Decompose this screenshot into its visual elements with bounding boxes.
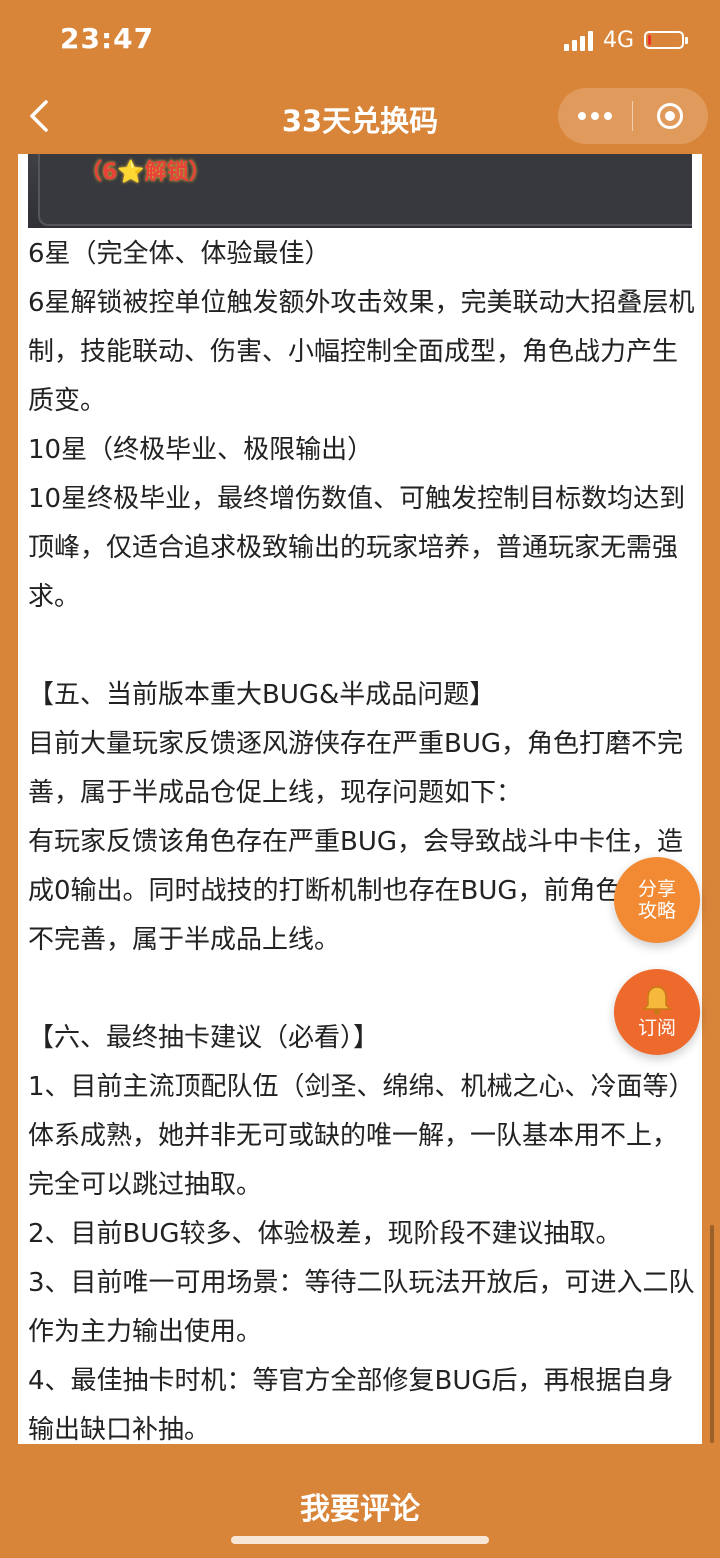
status-indicators: 4G xyxy=(563,24,688,56)
paragraph: 有玩家反馈该角色存在严重BUG，会导致战斗中卡住，造成0输出。同时战技的打断机制… xyxy=(28,827,684,955)
star-section-text: 6星（完全体、体验最佳） 6星解锁被控单位触发额外攻击效果，完美联动大招叠层机制… xyxy=(28,230,698,1444)
paragraph: 目前大量玩家反馈逐风游侠存在严重BUG，角色打磨不完善，属于半成品仓促上线，现存… xyxy=(28,729,684,808)
paragraph: 3、目前唯一可用场景：等待二队玩法开放后，可进入二队作为主力输出使用。 xyxy=(28,1268,695,1347)
share-label-line2: 攻略 xyxy=(637,900,676,922)
mini-program-capsule xyxy=(558,88,708,144)
section-heading: 【六、最终抽卡建议（必看）】 xyxy=(28,1023,380,1053)
network-label: 4G xyxy=(602,27,634,53)
share-label-line1: 分享 xyxy=(637,878,676,900)
paragraph: 2、目前BUG较多、体验极差，现阶段不建议抽取。 xyxy=(28,1219,622,1249)
more-dots-icon[interactable] xyxy=(558,88,632,144)
subscribe-label: 订阅 xyxy=(637,1017,676,1039)
target-close-icon[interactable] xyxy=(633,88,707,144)
bell-icon xyxy=(642,986,672,1015)
paragraph: 10星终极毕业，最终增伤数值、可触发控制目标数均达到顶峰，仅适合追求极致输出的玩… xyxy=(28,484,686,612)
home-indicator xyxy=(231,1536,489,1544)
nav-bar: 33天兑换码 xyxy=(0,80,720,154)
status-bar: 23:47 4G xyxy=(0,0,720,80)
battery-icon xyxy=(644,31,688,49)
paragraph: 6星（完全体、体验最佳） xyxy=(28,239,331,269)
comment-button[interactable]: 我要评论 xyxy=(0,1484,720,1528)
paragraph: 6星解锁被控单位触发额外攻击效果，完美联动大招叠层机制，技能联动、伤害、小幅控制… xyxy=(28,288,695,416)
scrollbar[interactable] xyxy=(710,1225,714,1443)
unlock-caption: （6⭐解锁） xyxy=(80,160,211,185)
game-screenshot-image: （6⭐解锁） xyxy=(28,154,692,228)
paragraph: 10星（终极毕业、极限输出） xyxy=(28,435,374,465)
article-content: （6⭐解锁） 6星（完全体、体验最佳） 6星解锁被控单位触发额外攻击效果，完美联… xyxy=(18,154,702,1444)
signal-icon xyxy=(563,29,593,51)
status-time: 23:47 xyxy=(60,22,155,55)
battery-level xyxy=(648,35,651,45)
subscribe-button[interactable]: 订阅 xyxy=(614,969,700,1055)
paragraph: 4、最佳抽卡时机：等官方全部修复BUG后，再根据自身输出缺口补抽。 xyxy=(28,1366,674,1444)
share-guide-button[interactable]: 分享 攻略 xyxy=(614,857,700,943)
paragraph: 1、目前主流顶配队伍（剑圣、绵绵、机械之心、冷面等）体系成熟，她并非无可或缺的唯… xyxy=(28,1072,695,1200)
section-heading: 【五、当前版本重大BUG&半成品问题】 xyxy=(28,680,496,710)
